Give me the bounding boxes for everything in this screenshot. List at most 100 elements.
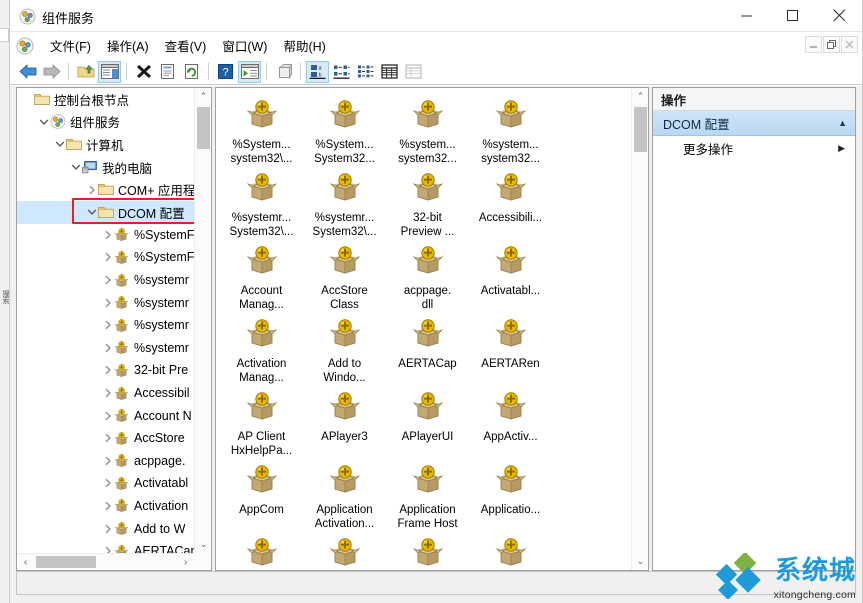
up-folder-icon[interactable] <box>74 61 97 83</box>
dcom-item[interactable]: Application Activation... <box>303 459 386 532</box>
dcom-item[interactable]: Accessibili... <box>469 167 552 240</box>
tree-item-9[interactable]: %systemr <box>17 291 194 314</box>
tree-item-11[interactable]: %systemr <box>17 337 194 360</box>
tree-item-12[interactable]: 32-bit Pre <box>17 359 194 382</box>
view-large-icons-icon[interactable]: a b <box>306 60 329 83</box>
refresh-icon[interactable] <box>180 61 203 83</box>
tree-item-8[interactable]: %systemr <box>17 269 194 292</box>
chevron-right-icon[interactable] <box>101 524 114 534</box>
chevron-right-icon[interactable] <box>101 456 114 466</box>
tree-item-3[interactable]: 我的电脑 <box>17 156 194 179</box>
dcom-item[interactable]: AppActiv... <box>469 386 552 459</box>
dcom-item[interactable]: AERTACap <box>386 313 469 386</box>
tree-horizontal-scrollbar[interactable]: ‹ › <box>17 553 194 570</box>
chevron-right-icon[interactable] <box>101 546 114 553</box>
help-icon[interactable]: ? <box>214 61 237 83</box>
tree-item-6[interactable]: %SystemF <box>17 224 194 247</box>
chevron-right-icon[interactable] <box>85 185 98 195</box>
dcom-item[interactable]: Applicatio... <box>469 459 552 532</box>
export-list-icon[interactable] <box>238 60 261 83</box>
chevron-down-icon[interactable] <box>85 207 98 217</box>
menu-action[interactable]: 操作(A) <box>99 33 157 58</box>
forward-icon[interactable] <box>40 61 63 83</box>
minimize-button[interactable] <box>724 0 770 31</box>
dcom-item[interactable]: Application Frame Host <box>386 459 469 532</box>
dcom-item[interactable]: Activation Manag... <box>220 313 303 386</box>
chevron-right-icon[interactable] <box>101 388 114 398</box>
chevron-right-icon[interactable] <box>101 230 114 240</box>
dcom-item[interactable]: acppage. dll <box>386 240 469 313</box>
list-scroll-down-button[interactable]: ⌄ <box>632 553 648 570</box>
tree-item-10[interactable]: %systemr <box>17 314 194 337</box>
tree-scroll-up-button[interactable]: ⌃ <box>195 88 211 105</box>
tree-item-17[interactable]: Activatabl <box>17 472 194 495</box>
mdi-restore-button[interactable] <box>823 36 840 53</box>
dcom-item[interactable]: %System... system32\... <box>220 94 303 167</box>
dcom-item[interactable]: Activatabl... <box>469 240 552 313</box>
tree-item-16[interactable]: acppage. <box>17 450 194 473</box>
chevron-down-icon[interactable] <box>53 139 66 149</box>
chevron-right-icon[interactable] <box>101 433 114 443</box>
tree-item-7[interactable]: %SystemF <box>17 246 194 269</box>
dcom-item[interactable]: APlayer3 <box>303 386 386 459</box>
delete-icon[interactable] <box>132 61 155 83</box>
dcom-item[interactable]: AERTARen <box>469 313 552 386</box>
tree-item-14[interactable]: Account N <box>17 404 194 427</box>
menu-view[interactable]: 查看(V) <box>157 33 215 58</box>
tree-scroll-thumb[interactable] <box>197 107 210 149</box>
view-details-icon[interactable] <box>378 61 401 83</box>
chevron-right-icon[interactable] <box>101 501 114 511</box>
dcom-item[interactable]: %systemr... System32\... <box>303 167 386 240</box>
chevron-right-icon[interactable] <box>101 343 114 353</box>
tree-hscroll-thumb[interactable] <box>36 556 96 568</box>
tree-item-1[interactable]: 组件服务 <box>17 111 194 134</box>
dcom-item[interactable]: Account Manag... <box>220 240 303 313</box>
dcom-item[interactable]: Add to Windo... <box>303 313 386 386</box>
properties-icon[interactable] <box>156 61 179 83</box>
back-icon[interactable] <box>16 61 39 83</box>
close-button[interactable] <box>816 0 862 31</box>
tree-item-0[interactable]: 控制台根节点 <box>17 88 194 111</box>
list-scroll-up-button[interactable]: ⌃ <box>632 88 648 105</box>
chevron-right-icon[interactable] <box>101 252 114 262</box>
tree-item-19[interactable]: Add to W <box>17 517 194 540</box>
dcom-items-grid[interactable]: %System... system32\... %System... System… <box>216 88 631 570</box>
list-scroll-thumb[interactable] <box>634 107 647 152</box>
mdi-close-button[interactable] <box>841 36 858 53</box>
maximize-button[interactable] <box>770 0 816 31</box>
dcom-item[interactable]: APlayerUI <box>386 386 469 459</box>
dcom-item[interactable]: %systemr... System32\... <box>220 167 303 240</box>
chevron-right-icon[interactable] <box>101 411 114 421</box>
tree-scroll-down-button[interactable]: ⌄ <box>195 536 211 553</box>
tree-vertical-scrollbar[interactable]: ⌃ ⌄ <box>194 88 211 570</box>
chevron-up-icon[interactable]: ▲ <box>838 118 847 128</box>
view-list-icon[interactable] <box>354 61 377 83</box>
dcom-item[interactable]: AccStore Class <box>303 240 386 313</box>
chevron-right-icon[interactable] <box>101 298 114 308</box>
tree-scroll-left-button[interactable]: ‹ <box>17 554 34 570</box>
dcom-item[interactable]: 32-bit Preview ... <box>386 167 469 240</box>
chevron-right-icon[interactable] <box>101 478 114 488</box>
dcom-item[interactable]: %system... system32... <box>469 94 552 167</box>
new-window-icon[interactable] <box>272 61 295 83</box>
dcom-item[interactable]: APSDaemon <box>469 532 552 570</box>
mdi-minimize-button[interactable] <box>805 36 822 53</box>
list-vertical-scrollbar[interactable]: ⌃ ⌄ <box>631 88 648 570</box>
menu-file[interactable]: 文件(F) <box>42 33 99 58</box>
menu-help[interactable]: 帮助(H) <box>275 33 333 58</box>
dcom-item[interactable]: AppVClient <box>303 532 386 570</box>
tree-item-15[interactable]: AccStore <box>17 427 194 450</box>
tree-item-4[interactable]: COM+ 应用程 <box>17 178 194 201</box>
dcom-item[interactable]: AppReadi... Service <box>220 532 303 570</box>
menu-window[interactable]: 窗口(W) <box>214 33 275 58</box>
actions-group-dcom-config[interactable]: DCOM 配置 ▲ <box>653 111 855 136</box>
console-tree[interactable]: 控制台根节点 组件服务 计算机 我的电脑 COM+ 应用程 DCOM 配置 %SystemF… <box>17 88 194 553</box>
tree-item-5[interactable]: DCOM 配置 <box>17 200 194 224</box>
tree-item-20[interactable]: AERTACap <box>17 540 194 553</box>
dcom-item[interactable]: appwiz. cpl <box>386 532 469 570</box>
action-more-actions[interactable]: 更多操作 ▶ <box>653 136 855 160</box>
dcom-item[interactable]: %System... System32... <box>303 94 386 167</box>
chevron-right-icon[interactable] <box>101 365 114 375</box>
chevron-down-icon[interactable] <box>37 117 50 127</box>
tree-item-2[interactable]: 计算机 <box>17 133 194 156</box>
